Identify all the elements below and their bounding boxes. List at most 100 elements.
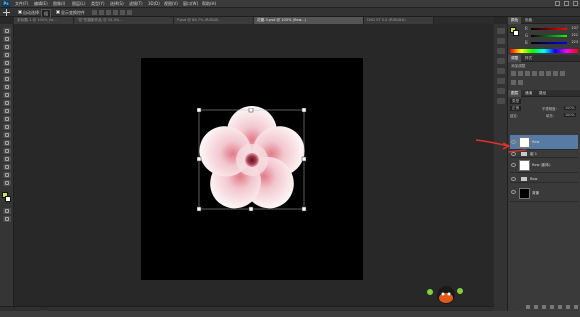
menu-window[interactable]: 窗口(W) [183, 1, 198, 7]
mask-icon[interactable] [542, 305, 546, 309]
bg-color-chip[interactable] [513, 30, 519, 36]
background-color-swatch[interactable] [5, 196, 11, 202]
clone-source-panel-icon[interactable] [497, 78, 505, 84]
healing-tool-icon[interactable] [3, 76, 11, 82]
g-slider[interactable] [531, 35, 567, 37]
menu-filter[interactable]: 滤镜(T) [129, 1, 143, 7]
gradient-tool-icon[interactable] [3, 116, 11, 122]
brush-tool-icon[interactable] [3, 84, 11, 90]
align-right-icon[interactable] [127, 10, 132, 15]
transform-handle[interactable] [301, 206, 307, 212]
menu-3d[interactable]: 3D(D) [148, 1, 160, 7]
doc-tab-active[interactable]: 花瓣-3.psd @ 100% (flow...) [254, 17, 364, 24]
trash-icon[interactable] [574, 305, 578, 309]
auto-select-checkbox[interactable] [18, 10, 22, 14]
b-slider[interactable] [531, 42, 567, 44]
photo-filter-icon[interactable] [511, 80, 516, 85]
link-icon[interactable] [526, 305, 530, 309]
crop-tool-icon[interactable] [3, 60, 11, 66]
transform-handle[interactable] [248, 108, 254, 113]
properties-panel-icon[interactable] [497, 38, 505, 44]
type-tool-icon[interactable] [3, 148, 11, 154]
hand-tool-icon[interactable] [3, 172, 11, 178]
info-panel-icon[interactable] [497, 98, 505, 104]
tab-styles[interactable]: 样式 [522, 55, 535, 62]
doc-tab[interactable]: DVD ST 0.5 (RGB/8#) [364, 17, 434, 24]
pen-tool-icon[interactable] [3, 140, 11, 146]
brush-panel-icon[interactable] [497, 68, 505, 74]
balance-icon[interactable] [553, 71, 558, 76]
tab-swatches[interactable]: 色板 [522, 17, 535, 24]
doc-tab[interactable]: P.psd @ 66.7% (RGB/8) [174, 17, 254, 24]
history-brush-tool-icon[interactable] [3, 100, 11, 106]
blend-mode-select[interactable]: 正常 [510, 106, 522, 111]
dodge-tool-icon[interactable] [3, 132, 11, 138]
opacity-input[interactable]: 100% [564, 106, 576, 110]
transform-handle[interactable] [197, 156, 202, 162]
g-value[interactable]: 222 [572, 33, 578, 37]
exposure-icon[interactable] [532, 71, 537, 76]
r-value[interactable]: 237 [572, 26, 578, 30]
menu-edit[interactable]: 编辑(E) [34, 1, 48, 7]
quick-select-tool-icon[interactable] [3, 52, 11, 58]
transform-bounding-box[interactable] [197, 108, 307, 212]
eyedropper-tool-icon[interactable] [3, 68, 11, 74]
doc-tab[interactable]: 未标题-1 @ 100% (lo... [14, 17, 74, 24]
r-slider[interactable] [531, 28, 567, 30]
lasso-tool-icon[interactable] [3, 44, 11, 50]
menu-file[interactable]: 文件(F) [15, 1, 28, 7]
levels-icon[interactable] [518, 71, 523, 76]
path-select-tool-icon[interactable] [3, 156, 11, 162]
layer-group-row[interactable]: flow [510, 175, 578, 183]
menu-layer[interactable]: 图层(L) [72, 1, 85, 7]
minimize-icon[interactable] [555, 1, 560, 6]
transform-handle[interactable] [248, 206, 254, 212]
layer-row[interactable]: 背景 [510, 185, 578, 202]
align-top-icon[interactable] [92, 10, 97, 15]
align-bottom-icon[interactable] [106, 10, 111, 15]
eye-icon[interactable] [511, 190, 516, 194]
doc-tab[interactable]: "花"的摄影作品 @ 33.3%... [74, 17, 174, 24]
tab-adjustments[interactable]: 调整 [508, 55, 522, 62]
character-panel-icon[interactable] [497, 48, 505, 54]
screen-mode-icon[interactable] [3, 216, 11, 222]
transform-handle[interactable] [197, 108, 202, 113]
menu-help[interactable]: 帮助(H) [202, 1, 216, 7]
close-icon[interactable] [573, 1, 578, 6]
vibrance-icon[interactable] [539, 71, 544, 76]
menu-select[interactable]: 选择(S) [110, 1, 124, 7]
layer-kind-filter[interactable]: 类型 [510, 99, 522, 104]
transform-handle[interactable] [301, 108, 307, 113]
transform-handle[interactable] [197, 206, 202, 212]
hue-icon[interactable] [546, 71, 551, 76]
blur-tool-icon[interactable] [3, 124, 11, 130]
curves-icon[interactable] [525, 71, 530, 76]
eye-icon[interactable] [511, 177, 516, 181]
actions-panel-icon[interactable] [497, 88, 505, 94]
move-tool-icon[interactable] [3, 28, 11, 34]
color-spectrum[interactable] [510, 49, 578, 53]
tab-color[interactable]: 颜色 [508, 17, 522, 24]
transform-handle[interactable] [301, 156, 307, 162]
marquee-tool-icon[interactable] [3, 36, 11, 42]
history-panel-icon[interactable] [497, 28, 505, 34]
align-left-icon[interactable] [113, 10, 118, 15]
quick-mask-icon[interactable] [3, 208, 11, 214]
shape-tool-icon[interactable] [3, 164, 11, 170]
show-transform-checkbox[interactable] [56, 10, 60, 14]
align-vcenter-icon[interactable] [99, 10, 104, 15]
brightness-icon[interactable] [511, 71, 516, 76]
fx-icon[interactable] [534, 305, 538, 309]
align-hcenter-icon[interactable] [120, 10, 125, 15]
tab-paths[interactable]: 路径 [536, 90, 549, 97]
new-group-icon[interactable] [558, 305, 562, 309]
bw-icon[interactable] [560, 71, 565, 76]
menu-view[interactable]: 视图(V) [164, 1, 178, 7]
b-value[interactable]: 223 [572, 40, 578, 44]
stamp-tool-icon[interactable] [3, 92, 11, 98]
zoom-tool-icon[interactable] [3, 180, 11, 186]
tab-channels[interactable]: 通道 [522, 90, 535, 97]
maximize-icon[interactable] [564, 1, 569, 6]
channel-mixer-icon[interactable] [518, 80, 523, 85]
paragraph-panel-icon[interactable] [497, 58, 505, 64]
